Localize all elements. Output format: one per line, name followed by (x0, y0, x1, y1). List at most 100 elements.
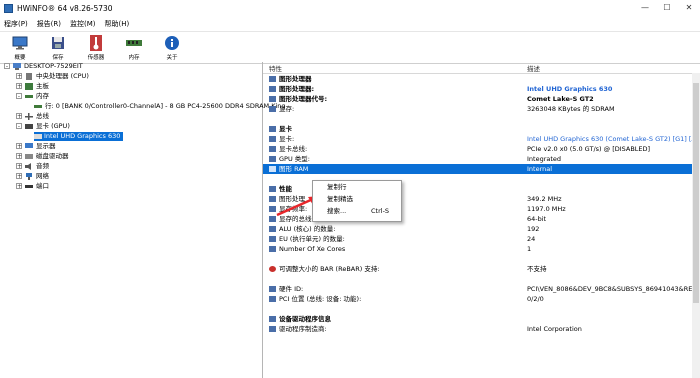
tree-item-label: 总线 (36, 112, 49, 120)
detail-row[interactable]: 图形 RAM Internal (263, 164, 700, 174)
tree-item-label: 显示器 (36, 142, 56, 150)
property-value: PCIe v2.0 x0 (5.0 GT/s) @ [DISABLED] (527, 145, 651, 153)
detail-row[interactable]: 可调整大小的 BAR (ReBAR) 支持: 不支持 (263, 264, 700, 274)
detail-row[interactable]: 图形处理器代号: Comet Lake-S GT2 (263, 94, 700, 104)
tree-item-ports[interactable]: + 端口 (16, 182, 49, 191)
menu-program[interactable]: 程序(P) (0, 17, 33, 30)
section-header-row[interactable]: 图形处理器 (263, 74, 700, 84)
toolbar-summary-button[interactable]: 概要 (2, 34, 38, 61)
property-value: Internal (527, 165, 553, 173)
property-value: 349.2 MHz (527, 195, 562, 203)
context-menu-copy-selected[interactable]: 复制精选 (313, 193, 401, 205)
tree-item-label: Intel UHD Graphics 630 (44, 132, 121, 140)
tree-item-monitor[interactable]: + 显示器 (16, 142, 56, 151)
tree-item-cpu[interactable]: + 中央处理器 (CPU) (16, 72, 89, 81)
property-value: 192 (527, 225, 540, 233)
expand-toggle[interactable]: + (16, 173, 22, 180)
detail-row[interactable]: 显存: 3263048 KBytes 的 SDRAM (263, 104, 700, 114)
section-header-row[interactable]: 显卡 (263, 124, 700, 134)
detail-row[interactable]: 驱动程序制造商: Intel Corporation (263, 324, 700, 334)
tree-item-label: 中央处理器 (CPU) (36, 72, 89, 80)
tree-item-label: 音频 (36, 162, 49, 170)
property-value: Intel UHD Graphics 630 (Comet Lake-S GT2… (527, 135, 700, 143)
section-icon (269, 76, 276, 82)
property-value: Integrated (527, 155, 562, 163)
scrollbar-thumb[interactable] (693, 83, 699, 303)
property-name: 显卡总线: (279, 145, 308, 153)
tree-item-network[interactable]: + 网络 (16, 172, 49, 181)
detail-row[interactable]: 显卡总线: PCIe v2.0 x0 (5.0 GT/s) @ [DISABLED… (263, 144, 700, 154)
property-value: 64-bit (527, 215, 547, 223)
toolbar-sensors-button[interactable]: 传感器 (78, 34, 114, 61)
detail-row[interactable]: PCI 位置 (总线: 设备: 功能): 0/2/0 (263, 294, 700, 304)
context-menu-copy-row[interactable]: 复制行 (313, 181, 401, 193)
menu-report[interactable]: 报告(R) (33, 17, 66, 30)
expand-toggle[interactable]: + (16, 143, 22, 150)
expand-toggle[interactable]: + (16, 183, 22, 190)
toolbar-about-button[interactable]: 关于 (154, 34, 190, 61)
detail-row[interactable]: 图形处理器: Intel UHD Graphics 630 (263, 84, 700, 94)
expand-toggle[interactable]: + (16, 163, 22, 170)
motherboard-icon (25, 82, 33, 90)
device-tree-pane: - DESKTOP-7529EIT + 中央处理器 (CPU) + 主板 - 内… (0, 62, 286, 378)
collapse-toggle[interactable]: - (4, 63, 10, 70)
monitor-icon (2, 34, 38, 52)
spacer-row (263, 274, 700, 284)
property-icon (269, 86, 276, 92)
tree-item-memory-row[interactable]: 行: 0 [BANK 0/Controller0-ChannelA] - 8 G… (34, 102, 286, 111)
menu-help[interactable]: 帮助(H) (101, 17, 135, 30)
toolbar-memory-button[interactable]: 内存 (116, 34, 152, 61)
tree-item-memory[interactable]: - 内存 (16, 92, 49, 101)
detail-row[interactable]: ALU (核心) 的数量: 192 (263, 224, 700, 234)
tree-item-disks[interactable]: + 磁盘驱动器 (16, 152, 69, 161)
detail-row[interactable]: 显卡: Intel UHD Graphics 630 (Comet Lake-S … (263, 134, 700, 144)
thermometer-icon (78, 34, 114, 52)
toolbar-label: 保存 (52, 55, 64, 61)
detail-row[interactable]: GPU 类型: Integrated (263, 154, 700, 164)
property-name: 驱动程序制造商: (279, 325, 327, 333)
property-name: 硬件 ID: (279, 285, 304, 293)
tree-item-motherboard[interactable]: + 主板 (16, 82, 49, 91)
maximize-button[interactable]: ☐ (656, 0, 678, 17)
detail-row[interactable]: EU (执行单元) 的数量: 24 (263, 234, 700, 244)
property-name: PCI 位置 (总线: 设备: 功能): (279, 295, 362, 303)
property-name: 图形处理器代号: (279, 95, 328, 103)
section-header-row[interactable]: 设备驱动程序信息 (263, 314, 700, 324)
expand-toggle[interactable]: + (16, 153, 22, 160)
collapse-toggle[interactable]: - (16, 93, 22, 100)
tree-item-gpu[interactable]: - 显卡 (GPU) (16, 122, 70, 131)
spacer-row (263, 114, 700, 124)
close-button[interactable]: ✕ (678, 0, 700, 17)
tree-item-label: 主板 (36, 82, 49, 90)
tree-item-intel-uhd-630[interactable]: Intel UHD Graphics 630 (34, 132, 124, 141)
property-name: 图形处理器 (279, 75, 312, 83)
property-name: 显存: (279, 105, 295, 113)
property-name: 显卡 (279, 125, 292, 133)
property-value: Comet Lake-S GT2 (527, 95, 594, 103)
expand-toggle[interactable]: + (16, 113, 22, 120)
property-value: 3263048 KBytes 的 SDRAM (527, 105, 615, 113)
context-menu-search[interactable]: 搜索... Ctrl-S (313, 205, 401, 217)
tree-item-bus[interactable]: + 总线 (16, 112, 49, 121)
collapse-toggle[interactable]: - (16, 123, 22, 130)
vertical-scrollbar[interactable] (692, 73, 700, 378)
property-value: 1197.0 MHz (527, 205, 566, 213)
property-value: 0/2/0 (527, 295, 544, 303)
detail-row[interactable]: Number Of Xe Cores 1 (263, 244, 700, 254)
minimize-button[interactable]: — (634, 0, 656, 17)
column-description-header[interactable]: 描述 (527, 63, 540, 73)
toolbar-save-button[interactable]: 保存 (40, 34, 76, 61)
property-icon (269, 96, 276, 102)
property-icon (269, 146, 276, 152)
detail-row[interactable]: 硬件 ID: PCI\VEN_8086&DEV_9BC8&SUBSYS_86941… (263, 284, 700, 294)
expand-toggle[interactable]: + (16, 83, 22, 90)
tree-root[interactable]: - DESKTOP-7529EIT (4, 62, 83, 71)
property-name: 设备驱动程序信息 (279, 315, 331, 323)
tree-item-label: 行: 0 [BANK 0/Controller0-ChannelA] - 8 G… (45, 102, 286, 110)
expand-toggle[interactable]: + (16, 73, 22, 80)
menu-monitor[interactable]: 监控(M) (66, 17, 101, 30)
toolbar-label: 传感器 (87, 55, 105, 61)
property-icon (269, 226, 276, 232)
column-feature-header[interactable]: 特性 (269, 63, 282, 73)
tree-item-audio[interactable]: + 音频 (16, 162, 49, 171)
